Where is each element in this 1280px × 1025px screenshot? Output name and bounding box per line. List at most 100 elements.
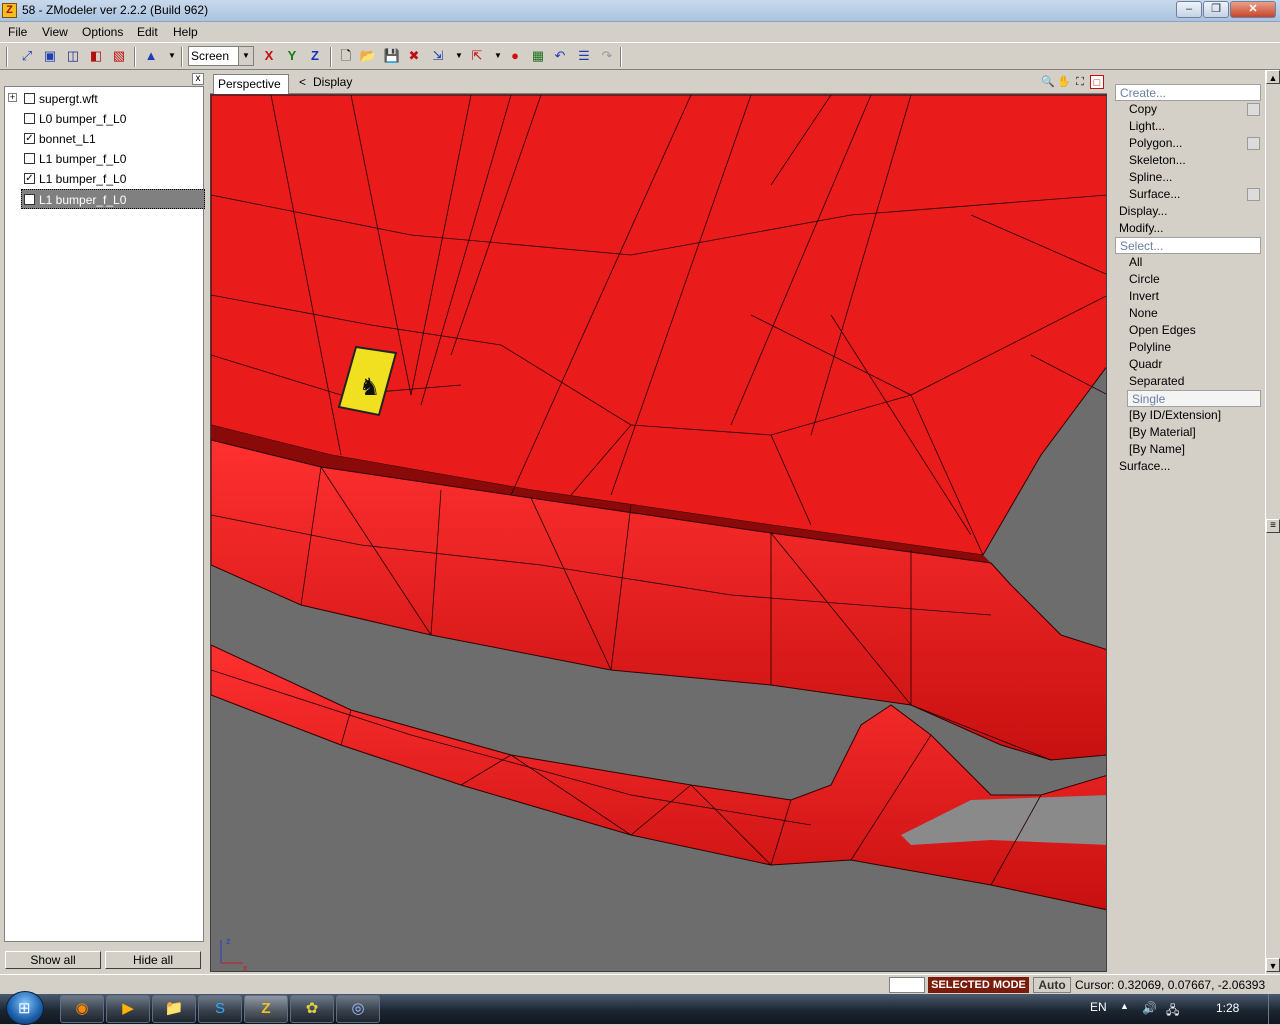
menu-view[interactable]: View — [42, 25, 68, 39]
axis-x-button[interactable]: X — [260, 47, 278, 65]
tree-item[interactable]: L1 bumper_f_L0 — [5, 149, 203, 169]
render-icon[interactable]: ● — [506, 47, 524, 65]
viewport-collapse-arrow[interactable]: < — [299, 75, 306, 89]
hide-all-button[interactable]: Hide all — [105, 951, 201, 969]
pyramid-icon[interactable]: ▲ — [142, 47, 160, 65]
volume-icon[interactable]: 🔊 — [1142, 1001, 1157, 1015]
command-item[interactable]: Create... — [1115, 84, 1261, 101]
command-item[interactable]: Light... — [1115, 118, 1261, 135]
command-item[interactable]: Surface... — [1115, 458, 1261, 475]
right-scrollbar[interactable]: ▲ ≡ ▼ — [1265, 70, 1280, 974]
scroll-down-icon[interactable]: ▼ — [1266, 958, 1280, 972]
delete-icon[interactable]: ✖ — [405, 47, 423, 65]
command-item[interactable]: Select... — [1115, 237, 1261, 254]
import-icon[interactable]: ⇲ — [429, 47, 447, 65]
command-item[interactable]: Copy — [1115, 101, 1261, 118]
command-item[interactable]: Separated — [1115, 373, 1261, 390]
menu-edit[interactable]: Edit — [137, 25, 158, 39]
command-item[interactable]: Invert — [1115, 288, 1261, 305]
close-button[interactable]: ✕ — [1230, 1, 1276, 18]
visibility-checkbox[interactable]: ✓ — [24, 173, 35, 184]
scroll-thumb[interactable]: ≡ — [1266, 519, 1280, 533]
material-icon[interactable]: ▦ — [529, 47, 547, 65]
media-player-icon[interactable]: ▶ — [106, 995, 150, 1023]
command-item[interactable]: Spline... — [1115, 169, 1261, 186]
start-button[interactable]: ⊞ — [6, 991, 44, 1025]
visibility-checkbox[interactable] — [24, 93, 35, 104]
tree-item-selected[interactable]: ✓ L1 bumper_f_L0 — [21, 189, 205, 209]
menu-help[interactable]: Help — [173, 25, 198, 39]
command-item[interactable]: Single — [1127, 390, 1261, 407]
tray-arrow-icon[interactable]: ▲ — [1120, 1001, 1129, 1011]
perspective-viewport[interactable]: ♞ z x — [210, 94, 1107, 972]
tree-item[interactable]: + supergt.wft — [5, 89, 203, 109]
pan-icon[interactable]: ✋ — [1057, 75, 1071, 89]
chevron-down-icon[interactable]: ▼ — [163, 47, 181, 65]
save-icon[interactable]: 💾 — [383, 47, 401, 65]
command-item[interactable]: Surface... — [1115, 186, 1261, 203]
network-icon[interactable]: 🖧 — [1166, 1001, 1179, 1022]
skype-icon[interactable]: S — [198, 995, 242, 1023]
show-all-button[interactable]: Show all — [5, 951, 101, 969]
app-icon[interactable]: ✿ — [290, 995, 334, 1023]
explorer-icon[interactable]: 📁 — [152, 995, 196, 1023]
command-item[interactable]: [By Material] — [1115, 424, 1261, 441]
command-item[interactable]: Circle — [1115, 271, 1261, 288]
app2-icon[interactable]: ◎ — [336, 995, 380, 1023]
visibility-checkbox[interactable] — [24, 113, 35, 124]
command-item[interactable]: Polyline — [1115, 339, 1261, 356]
notes-icon[interactable]: ☰ — [575, 47, 593, 65]
zmodeler-app-icon[interactable]: Z — [2, 3, 17, 18]
menu-file[interactable]: File — [8, 25, 27, 39]
tree-item[interactable]: L0 bumper_f_L0 — [5, 109, 203, 129]
maximize-viewport-icon[interactable]: □ — [1090, 75, 1104, 89]
options-box-icon[interactable] — [1247, 188, 1260, 201]
redo-icon[interactable]: ↷ — [598, 47, 616, 65]
command-item[interactable]: Quadr — [1115, 356, 1261, 373]
restore-button[interactable]: ❐ — [1203, 1, 1229, 18]
command-item[interactable]: Polygon... — [1115, 135, 1261, 152]
auto-toggle[interactable]: Auto — [1033, 977, 1071, 993]
chevron-down-icon[interactable]: ▼ — [489, 47, 507, 65]
move-icon[interactable]: ⤢ — [18, 47, 36, 65]
expand-icon[interactable]: + — [8, 93, 17, 102]
box-select-icon[interactable]: ▣ — [41, 47, 59, 65]
zoom-icon[interactable]: 🔍 — [1041, 75, 1055, 89]
new-file-icon[interactable]: 🗋 — [337, 47, 355, 65]
command-item[interactable]: [By Name] — [1115, 441, 1261, 458]
cube-side-icon[interactable]: ◧ — [87, 47, 105, 65]
tab-perspective[interactable]: Perspective — [213, 74, 289, 94]
chevron-down-icon[interactable]: ▼ — [450, 47, 468, 65]
model-render[interactable]: ♞ z x — [211, 95, 1107, 972]
command-item[interactable]: [By ID/Extension] — [1115, 407, 1261, 424]
command-item[interactable]: Skeleton... — [1115, 152, 1261, 169]
tree-item[interactable]: ✓ bonnet_L1 — [5, 129, 203, 149]
zmodeler-icon[interactable]: Z — [244, 995, 288, 1023]
minimize-button[interactable]: – — [1176, 1, 1202, 18]
axis-y-button[interactable]: Y — [283, 47, 301, 65]
visibility-checkbox[interactable]: ✓ — [24, 133, 35, 144]
options-box-icon[interactable] — [1247, 137, 1260, 150]
scene-tree[interactable]: + supergt.wft L0 bumper_f_L0 ✓ bonnet_L1… — [4, 86, 205, 942]
command-item[interactable]: Open Edges — [1115, 322, 1261, 339]
chevron-down-icon[interactable]: ▼ — [238, 47, 253, 65]
viewport-display-label[interactable]: Display — [313, 75, 352, 89]
open-file-icon[interactable]: 📂 — [359, 47, 377, 65]
selected-mode-badge[interactable]: SELECTED MODE — [928, 977, 1029, 993]
clock[interactable]: 1:28 — [1216, 1001, 1239, 1015]
axis-z-button[interactable]: Z — [306, 47, 324, 65]
firefox-icon[interactable]: ◉ — [60, 995, 104, 1023]
cube-front-icon[interactable]: ◫ — [64, 47, 82, 65]
visibility-checkbox[interactable]: ✓ — [24, 194, 35, 205]
command-item[interactable]: All — [1115, 254, 1261, 271]
command-item[interactable]: Display... — [1115, 203, 1261, 220]
close-icon[interactable]: x — [192, 73, 204, 85]
coord-mode-select[interactable]: Screen ▼ — [188, 46, 254, 66]
language-indicator[interactable]: EN — [1090, 1000, 1107, 1014]
export-icon[interactable]: ⇱ — [468, 47, 486, 65]
command-item[interactable]: None — [1115, 305, 1261, 322]
visibility-checkbox[interactable] — [24, 153, 35, 164]
cube-red-icon[interactable]: ▧ — [110, 47, 128, 65]
options-box-icon[interactable] — [1247, 103, 1260, 116]
command-item[interactable]: Modify... — [1115, 220, 1261, 237]
